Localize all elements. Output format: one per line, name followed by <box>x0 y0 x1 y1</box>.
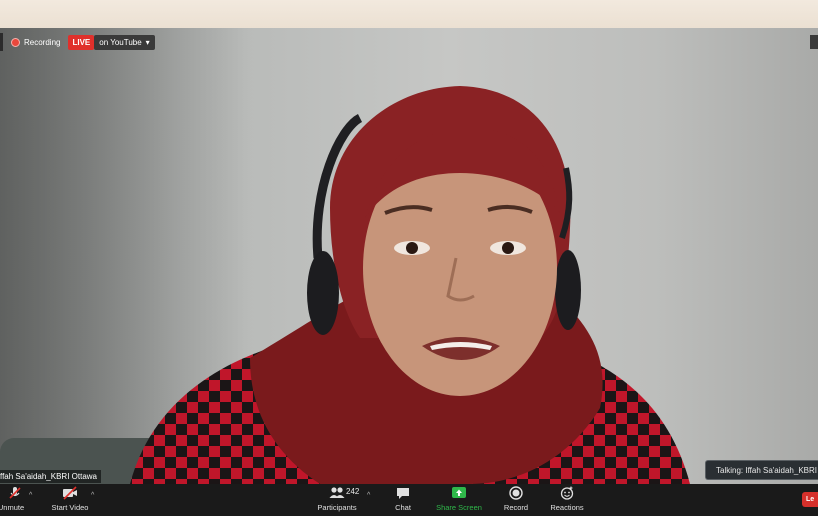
audio-options-caret[interactable]: ^ <box>29 492 32 499</box>
view-options-icon[interactable] <box>810 35 818 49</box>
talking-indicator: Talking: Iffah Sa'aidah_KBRI <box>705 460 818 480</box>
share-screen-icon <box>452 487 466 498</box>
reactions-button[interactable]: Reactions <box>549 486 585 512</box>
reactions-label: Reactions <box>550 503 584 512</box>
unmute-button[interactable]: Unmute <box>0 486 30 512</box>
recording-indicator[interactable]: Recording <box>11 37 61 47</box>
participants-options-caret[interactable]: ^ <box>367 492 370 499</box>
share-screen-label: Share Screen <box>436 503 482 512</box>
chevron-down-icon: ▾ <box>145 37 150 47</box>
chat-label: Chat <box>395 503 411 512</box>
video-feed <box>0 28 818 484</box>
live-badge: LIVE <box>68 34 95 50</box>
start-video-button[interactable]: Start Video <box>50 486 90 512</box>
edge-handle <box>0 33 3 51</box>
chat-icon <box>397 488 409 499</box>
recording-status-bar: Recording LIVE on YouTube ▾ <box>0 33 155 51</box>
meeting-toolbar: Unmute ^ Start Video ^ Participants 242 … <box>0 484 818 516</box>
chat-button[interactable]: Chat <box>390 486 416 512</box>
participants-count: 242 <box>346 487 360 496</box>
video-off-icon <box>63 486 77 500</box>
window-top-strip <box>0 0 818 28</box>
unmute-label: Unmute <box>0 503 25 512</box>
record-label: Record <box>503 503 529 512</box>
record-icon <box>509 486 523 500</box>
video-options-caret[interactable]: ^ <box>91 492 94 499</box>
participant-name-tag: ffah Sa'aidah_KBRI Ottawa <box>0 470 101 483</box>
record-button[interactable]: Record <box>502 486 530 512</box>
speaker-video <box>130 86 690 484</box>
smiley-icon <box>560 486 574 500</box>
start-video-label: Start Video <box>51 503 89 512</box>
participants-label: Participants <box>317 503 357 512</box>
recording-label: Recording <box>24 37 61 47</box>
share-screen-button[interactable]: Share Screen <box>436 486 482 512</box>
record-dot-icon <box>11 37 20 47</box>
live-destination-label: on YouTube <box>99 37 142 47</box>
live-destination-dropdown[interactable]: on YouTube ▾ <box>94 34 155 50</box>
participants-icon <box>329 487 345 498</box>
microphone-muted-icon <box>9 487 21 499</box>
leave-button[interactable]: Le <box>802 492 818 507</box>
